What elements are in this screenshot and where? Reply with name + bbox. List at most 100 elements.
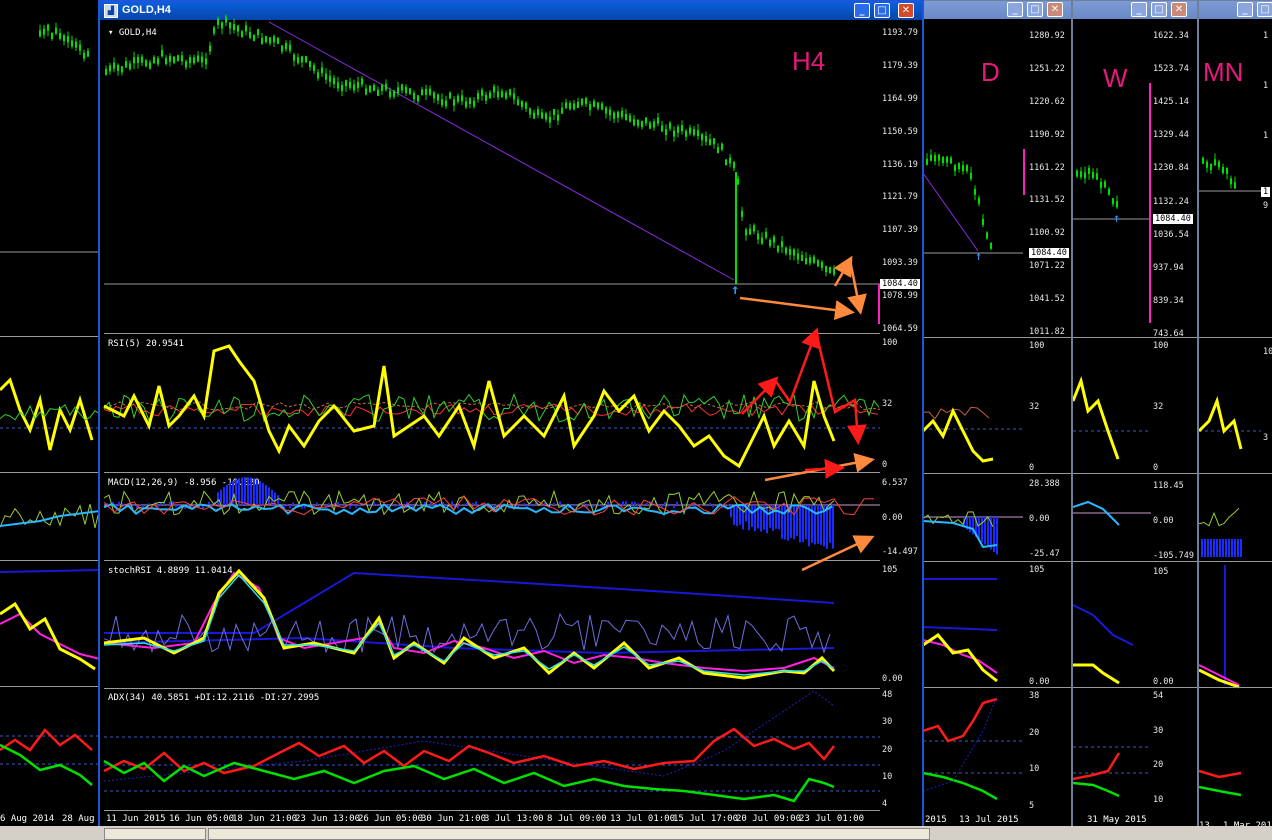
candle-body <box>1108 188 1110 195</box>
weekly-adx-tick: 30 <box>1153 725 1164 736</box>
weekly-rsi-plot <box>1073 376 1151 460</box>
candle-body <box>1214 159 1216 166</box>
bg-price-candles <box>0 22 100 253</box>
candle-body <box>75 41 77 48</box>
close-icon[interactable]: ✕ <box>1047 2 1063 17</box>
candle-body <box>1230 178 1232 185</box>
maximize-icon[interactable]: □ <box>1257 2 1272 17</box>
annotation-arrow-macd <box>801 535 875 572</box>
macd-histogram-bar <box>993 517 995 552</box>
monthly-separator <box>1199 687 1272 688</box>
candle-body <box>962 165 964 172</box>
macd-histogram-bar <box>1237 539 1239 557</box>
daily-price-tick: 1131.52 <box>1029 195 1065 206</box>
daily-price-tick: 1011.82 <box>1029 327 1065 337</box>
minimize-icon[interactable]: _ <box>1131 2 1147 17</box>
weekly-date-label: 31 May 2015 <box>1087 815 1147 825</box>
adx-plus-di-line <box>1073 781 1120 798</box>
annotation-arrow-price-up <box>833 255 853 287</box>
macd-histogram-bar <box>1219 539 1221 557</box>
macd-histogram-bar <box>1204 539 1206 557</box>
macd-histogram-bar <box>1201 539 1203 557</box>
monthly-titlebar[interactable]: _ □ <box>1199 1 1272 19</box>
weekly-price-tick: 839.34 <box>1153 295 1184 306</box>
weekly-rsi-tick: 32 <box>1153 402 1164 412</box>
candle-body <box>1092 171 1094 178</box>
maximize-icon[interactable]: □ <box>1151 2 1167 17</box>
candle-body <box>942 157 944 164</box>
minimize-icon[interactable]: _ <box>1007 2 1023 17</box>
macd-histogram-bar <box>987 517 989 547</box>
monthly-price-tick: 1 <box>1263 81 1269 91</box>
weekly-price-tick: 1329.44 <box>1153 130 1189 141</box>
candle-body <box>966 165 968 172</box>
h4-chart-window[interactable]: ▟ GOLD,H4 _ □ ✕ ▾ GOLD,H4 H4 1193.79 1179… <box>98 0 924 830</box>
candle-body <box>51 32 53 39</box>
arrow-up-icon: ↑ <box>975 249 983 263</box>
daily-stoch-tick: 0.00 <box>1029 677 1050 687</box>
candle-body <box>1206 161 1208 168</box>
monthly-rsi-tick: 3 <box>1263 433 1269 443</box>
daily-stoch-plot <box>923 578 998 683</box>
annotation-arrow-price-lows <box>739 296 855 321</box>
minimize-icon[interactable]: _ <box>1237 2 1253 17</box>
daily-macd-tick: -25.47 <box>1029 549 1060 559</box>
bg-separator <box>0 336 100 337</box>
daily-price-tick: 1100.92 <box>1029 228 1065 239</box>
daily-rsi-tick: 0 <box>1029 463 1035 473</box>
monthly-current-price: 1 <box>1261 187 1271 197</box>
monthly-rsi-tick: 10 <box>1263 347 1272 357</box>
candle-body <box>1088 167 1090 174</box>
daily-macd-plot <box>923 511 1023 555</box>
annotation-arrow-rsi-peak <box>773 327 821 405</box>
candle-body <box>87 50 89 57</box>
weekly-adx-tick: 10 <box>1153 795 1164 805</box>
daily-macd-tick: 0.00 <box>1029 514 1050 524</box>
candle-body <box>1104 181 1106 188</box>
daily-price-tick: 1220.62 <box>1029 96 1065 107</box>
bg-adx-plot <box>0 728 100 786</box>
daily-titlebar[interactable]: _ □ ✕ <box>923 1 1071 19</box>
daily-adx-tick: 20 <box>1029 727 1040 738</box>
weekly-titlebar[interactable]: _ □ ✕ <box>1073 1 1197 19</box>
monthly-separator <box>1199 473 1272 474</box>
close-icon[interactable]: ✕ <box>1171 2 1187 17</box>
stoch-main-line <box>0 601 96 671</box>
candle-body <box>1234 182 1236 189</box>
candle-body <box>63 35 65 42</box>
weekly-adx-plot <box>1073 746 1151 798</box>
stoch-signal-line <box>0 612 100 660</box>
background-chart-window[interactable]: 6 Aug 2014 28 Aug <box>0 0 100 830</box>
trend-line <box>923 172 979 252</box>
maximize-icon[interactable]: □ <box>1027 2 1043 17</box>
chart-tab[interactable] <box>208 828 930 840</box>
macd-histogram-bar <box>981 517 983 542</box>
daily-date-label: 13 Jul 2015 <box>959 815 1019 825</box>
adx-minus-di-line <box>0 728 93 752</box>
macd-signal-line <box>1199 507 1240 527</box>
candle-body <box>1116 201 1118 208</box>
adx-plus-di-line <box>1199 785 1242 797</box>
daily-separator <box>923 561 1071 562</box>
weekly-price-tick: 1132.24 <box>1153 196 1189 207</box>
candle-body <box>67 36 69 43</box>
macd-histogram-bar <box>1216 539 1218 557</box>
daily-chart-window[interactable]: _ □ ✕ D 1280.92 1251.22 1220.62 1190.92 1161… <box>922 0 1072 830</box>
daily-price-tick: 1161.22 <box>1029 162 1065 173</box>
macd-histogram-bar <box>978 517 980 540</box>
daily-date-label: 2015 <box>925 815 947 825</box>
weekly-chart-window[interactable]: _ □ ✕ W 1622.34 1523.74 1425.14 1329.44 1230… <box>1072 0 1198 830</box>
daily-adx-tick: 38 <box>1029 691 1040 701</box>
chart-tab[interactable] <box>104 828 206 840</box>
bg-date-label: 6 Aug 2014 <box>0 814 55 824</box>
weekly-price-tick: 1230.84 <box>1153 163 1189 174</box>
monthly-chart-window[interactable]: _ □ MN 1 1 1 1 9 10 3 13 1 Mar 2015 <box>1198 0 1272 830</box>
daily-price-tick: 1280.92 <box>1029 31 1065 41</box>
candle-body <box>1222 167 1224 174</box>
candle-body <box>926 158 928 165</box>
weekly-separator <box>1073 561 1197 562</box>
daily-separator <box>923 337 1071 338</box>
daily-adx-tick: 10 <box>1029 764 1040 775</box>
weekly-rsi-tick: 100 <box>1153 341 1169 351</box>
weekly-stoch-tick: 0.00 <box>1153 677 1174 687</box>
